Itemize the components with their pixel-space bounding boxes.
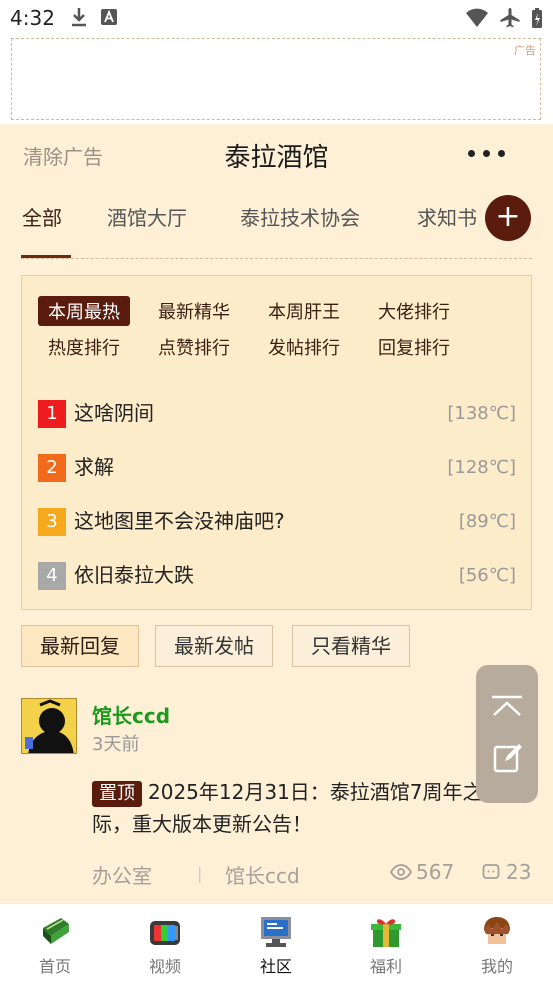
nav-welfare[interactable]: 福利 [331, 904, 441, 983]
app-a-icon [101, 9, 117, 25]
ranking-item[interactable]: 3 这地图里不会没神庙吧? [89℃] [38, 505, 516, 536]
airplane-icon [500, 8, 520, 28]
chip-weekly-grinder[interactable]: 本周肝王 [258, 296, 350, 326]
post-comments: 23 [482, 860, 531, 884]
eye-icon [390, 864, 412, 880]
views-count: 567 [416, 860, 455, 884]
avatar[interactable] [21, 698, 77, 754]
nav-video-label: 视频 [148, 957, 181, 976]
chip-weekly-hot[interactable]: 本周最热 [38, 296, 130, 326]
edit-post-icon[interactable] [493, 743, 523, 773]
chip-reply-rank[interactable]: 回复排行 [368, 332, 460, 362]
download-icon [72, 8, 86, 27]
scroll-top-icon[interactable] [491, 695, 523, 717]
post-board-author[interactable]: 馆长ccd [225, 860, 300, 889]
character-face-icon [484, 917, 510, 944]
wifi-icon [466, 8, 488, 27]
ad-label: 广告 [514, 44, 536, 57]
rank-title: 这地图里不会没神庙吧? [74, 509, 285, 533]
chip-latest-featured[interactable]: 最新精华 [148, 296, 240, 326]
header: 清除广告 泰拉酒馆 [0, 124, 553, 182]
rank-title: 求解 [74, 455, 114, 479]
rank-number: 3 [38, 508, 66, 536]
chip-heat-rank[interactable]: 热度排行 [38, 332, 130, 362]
status-bar: 4:32 [0, 0, 553, 36]
bottom-nav: 首页 视频 社区 福利 我的 [0, 903, 553, 983]
gift-icon [371, 919, 401, 947]
rank-number: 1 [38, 400, 66, 428]
plus-icon: + [495, 199, 521, 234]
comment-icon [482, 864, 500, 879]
tab-all[interactable]: 全部 [22, 202, 62, 231]
post-time: 3天前 [92, 734, 140, 755]
chip-expert-rank[interactable]: 大佬排行 [368, 296, 460, 326]
tab-knowledge[interactable]: 求知书 [417, 202, 477, 231]
rank-number: 2 [38, 454, 66, 482]
footer-divider: | [197, 864, 203, 883]
nav-mine[interactable]: 我的 [442, 904, 552, 983]
tabs-divider [21, 258, 532, 259]
post-content[interactable]: 置顶 2025年12月31日：泰拉酒馆7周年之际，重大版本更新公告！ [92, 776, 512, 840]
rank-heat: [56℃] [458, 565, 516, 586]
post-views: 567 [390, 860, 454, 884]
ranking-item[interactable]: 2 求解 [128℃] [38, 451, 516, 482]
status-time: 4:32 [10, 6, 55, 30]
ad-banner[interactable]: 广告 [11, 38, 541, 120]
ad-area: 广告 [0, 36, 553, 124]
more-menu-icon[interactable] [468, 150, 505, 157]
rank-heat: [89℃] [458, 511, 516, 532]
post-board[interactable]: 办公室 [92, 860, 152, 889]
filter-latest-reply[interactable]: 最新回复 [21, 625, 139, 667]
tab-tech-association[interactable]: 泰拉技术协会 [240, 202, 360, 231]
floating-actions [476, 665, 538, 803]
nav-video[interactable]: 视频 [110, 904, 220, 983]
tv-icon [150, 921, 180, 945]
comments-count: 23 [506, 860, 532, 884]
rank-number: 4 [38, 562, 66, 590]
filter-latest-post[interactable]: 最新发帖 [155, 625, 273, 667]
chip-post-rank[interactable]: 发帖排行 [258, 332, 350, 362]
category-tabs: 全部 酒馆大厅 泰拉技术协会 求知书 [0, 182, 553, 260]
filter-featured-only[interactable]: 只看精华 [292, 625, 410, 667]
nav-home-label: 首页 [38, 957, 71, 976]
rank-heat: [128℃] [447, 457, 516, 478]
ranking-panel: 本周最热 最新精华 本周肝王 大佬排行 热度排行 点赞排行 发帖排行 回复排行 … [21, 275, 532, 610]
ranking-item[interactable]: 4 依旧泰拉大跌 [56℃] [38, 559, 516, 590]
book-icon [43, 918, 69, 944]
ranking-item[interactable]: 1 这啥阴间 [138℃] [38, 397, 516, 428]
rank-title: 这啥阴间 [74, 401, 154, 425]
nav-mine-label: 我的 [480, 957, 513, 976]
avatar-silhouette-icon [22, 699, 76, 753]
add-post-button[interactable]: + [485, 195, 531, 241]
tab-tavern-hall[interactable]: 酒馆大厅 [107, 202, 187, 231]
nav-community[interactable]: 社区 [221, 904, 331, 983]
nav-community-label: 社区 [259, 957, 292, 976]
pinned-badge: 置顶 [92, 781, 142, 807]
nav-home[interactable]: 首页 [0, 904, 110, 983]
nav-welfare-label: 福利 [369, 957, 402, 976]
battery-icon [532, 8, 542, 28]
rank-heat: [138℃] [447, 403, 516, 424]
computer-icon [261, 917, 291, 947]
rank-title: 依旧泰拉大跌 [74, 563, 194, 587]
post-author[interactable]: 馆长ccd [92, 700, 170, 729]
chip-like-rank[interactable]: 点赞排行 [148, 332, 240, 362]
post-text: 2025年12月31日：泰拉酒馆7周年之际，重大版本更新公告！ [92, 780, 483, 836]
